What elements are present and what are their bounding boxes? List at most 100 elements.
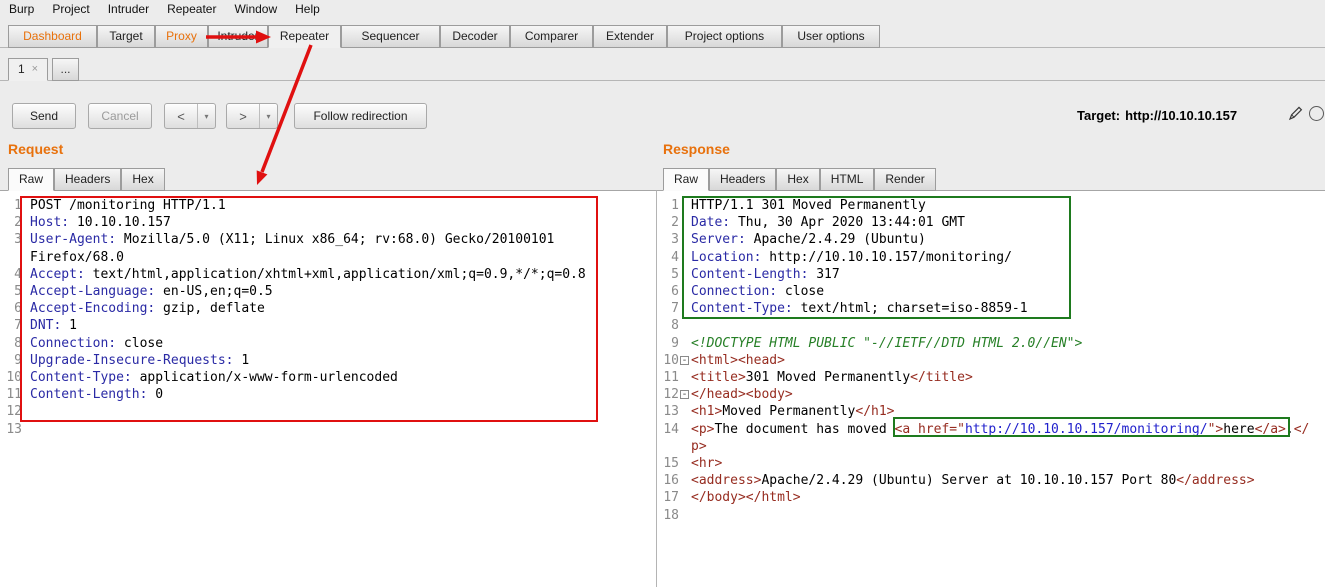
line-number: 10 xyxy=(663,352,679,369)
main-tab-repeater[interactable]: Repeater xyxy=(268,25,341,48)
code-line: 1 HTTP/1.1 301 Moved Permanently xyxy=(663,197,1325,214)
target-value: http://10.10.10.157 xyxy=(1125,108,1237,123)
line-number: 12 xyxy=(663,386,679,403)
line-number: 1 xyxy=(663,197,679,214)
code-text: Location: http://10.10.10.157/monitoring… xyxy=(691,249,1311,266)
session-tab-1[interactable]: 1 × xyxy=(8,58,48,81)
response-tab-hex[interactable]: Hex xyxy=(776,168,819,191)
menu-item-burp[interactable]: Burp xyxy=(0,0,43,19)
code-text xyxy=(691,317,1311,334)
session-tab-label: 1 xyxy=(18,59,25,80)
fold-gutter-spacer xyxy=(679,317,691,334)
request-tab-headers[interactable]: Headers xyxy=(54,168,121,191)
code-text: <hr> xyxy=(691,455,1311,472)
code-text: User-Agent: Mozilla/5.0 (X11; Linux x86_… xyxy=(30,231,640,265)
fold-gutter-spacer xyxy=(679,403,691,420)
code-text: POST /monitoring HTTP/1.1 xyxy=(30,197,640,214)
request-panel-title: Request xyxy=(8,141,63,157)
fold-gutter-spacer xyxy=(679,283,691,300)
code-text: Server: Apache/2.4.29 (Ubuntu) xyxy=(691,231,1311,248)
edit-target-pencil-icon[interactable] xyxy=(1288,105,1304,121)
code-line: 9 <!DOCTYPE HTML PUBLIC "-//IETF//DTD HTM… xyxy=(663,335,1325,352)
code-text: <html><head> xyxy=(691,352,1311,369)
menu-item-window[interactable]: Window xyxy=(225,0,286,19)
line-number: 1 xyxy=(6,197,22,214)
line-number: 15 xyxy=(663,455,679,472)
main-tab-target[interactable]: Target xyxy=(97,25,155,48)
response-tab-raw[interactable]: Raw xyxy=(663,168,709,191)
code-text: Accept: text/html,application/xhtml+xml,… xyxy=(30,266,640,283)
code-text: <!DOCTYPE HTML PUBLIC "-//IETF//DTD HTML… xyxy=(691,335,1311,352)
code-line: 2Host: 10.10.10.157 xyxy=(6,214,656,231)
menu-item-repeater[interactable]: Repeater xyxy=(158,0,225,19)
main-tab-intruder[interactable]: Intruder xyxy=(208,25,268,48)
code-line: 3User-Agent: Mozilla/5.0 (X11; Linux x86… xyxy=(6,231,656,265)
response-tab-html[interactable]: HTML xyxy=(820,168,875,191)
session-tabbar-border xyxy=(0,80,1325,81)
main-tab-extender[interactable]: Extender xyxy=(593,25,667,48)
code-text: </head><body> xyxy=(691,386,1311,403)
session-tab-more[interactable]: ... xyxy=(52,58,79,81)
code-text: Content-Length: 0 xyxy=(30,386,640,403)
menu-item-help[interactable]: Help xyxy=(286,0,329,19)
code-text: <title>301 Moved Permanently</title> xyxy=(691,369,1311,386)
code-line: 1 POST /monitoring HTTP/1.1 xyxy=(6,197,656,214)
code-text: Connection: close xyxy=(691,283,1311,300)
code-line: 5Accept-Language: en-US,en;q=0.5 xyxy=(6,283,656,300)
fold-gutter-spacer xyxy=(679,455,691,472)
code-line: 10Content-Type: application/x-www-form-u… xyxy=(6,369,656,386)
code-text: Host: 10.10.10.157 xyxy=(30,214,640,231)
response-tab-headers[interactable]: Headers xyxy=(709,168,776,191)
line-number: 11 xyxy=(6,386,22,403)
fold-gutter-spacer xyxy=(679,197,691,214)
main-tab-project-options[interactable]: Project options xyxy=(667,25,782,48)
fold-gutter-spacer xyxy=(679,489,691,506)
code-text: HTTP/1.1 301 Moved Permanently xyxy=(691,197,1311,214)
main-tab-proxy[interactable]: Proxy xyxy=(155,25,208,48)
response-editor[interactable]: 1HTTP/1.1 301 Moved Permanently2Date: Th… xyxy=(656,190,1325,587)
follow-redirection-button[interactable]: Follow redirection xyxy=(294,103,427,129)
close-tab-icon[interactable]: × xyxy=(32,64,38,75)
code-line: 12 xyxy=(6,403,656,420)
code-text: Content-Type: text/html; charset=iso-885… xyxy=(691,300,1311,317)
line-number: 9 xyxy=(663,335,679,352)
code-text: DNT: 1 xyxy=(30,317,640,334)
code-text xyxy=(30,421,640,438)
fold-toggle-icon[interactable]: - xyxy=(679,352,691,369)
line-number: 6 xyxy=(663,283,679,300)
line-number: 9 xyxy=(6,352,22,369)
chevron-down-icon[interactable]: ▾ xyxy=(197,104,215,128)
history-forward-button[interactable]: > ▾ xyxy=(226,103,278,129)
response-tab-render[interactable]: Render xyxy=(874,168,935,191)
main-tab-sequencer[interactable]: Sequencer xyxy=(341,25,440,48)
history-back-button[interactable]: < ▾ xyxy=(164,103,216,129)
code-line: 12-</head><body> xyxy=(663,386,1325,403)
code-line: 7 Content-Type: text/html; charset=iso-88… xyxy=(663,300,1325,317)
fold-gutter-spacer xyxy=(679,300,691,317)
code-line: 4Location: http://10.10.10.157/monitorin… xyxy=(663,249,1325,266)
line-number: 5 xyxy=(663,266,679,283)
request-tab-hex[interactable]: Hex xyxy=(121,168,164,191)
menu-item-project[interactable]: Project xyxy=(43,0,98,19)
request-editor[interactable]: 1 POST /monitoring HTTP/1.12Host: 10.10.1… xyxy=(0,190,656,587)
burp-suite-window: { "colors": { "accent_orange": "#e8710c"… xyxy=(0,0,1325,587)
help-icon[interactable] xyxy=(1309,106,1324,121)
main-tab-dashboard[interactable]: Dashboard xyxy=(8,25,97,48)
menu-item-intruder[interactable]: Intruder xyxy=(99,0,158,19)
line-number: 3 xyxy=(6,231,22,265)
cancel-button[interactable]: Cancel xyxy=(88,103,152,129)
code-line: 9Upgrade-Insecure-Requests: 1 xyxy=(6,352,656,369)
code-line: 11 Content-Length: 0 xyxy=(6,386,656,403)
main-tab-user-options[interactable]: User options xyxy=(782,25,880,48)
code-line: 15 <hr> xyxy=(663,455,1325,472)
main-tab-decoder[interactable]: Decoder xyxy=(440,25,510,48)
fold-toggle-icon[interactable]: - xyxy=(679,386,691,403)
send-button[interactable]: Send xyxy=(12,103,76,129)
main-tab-comparer[interactable]: Comparer xyxy=(510,25,593,48)
request-tab-raw[interactable]: Raw xyxy=(8,168,54,191)
line-number: 12 xyxy=(6,403,22,420)
request-view-tabs: RawHeadersHex xyxy=(8,168,165,191)
history-back-label: < xyxy=(165,109,197,124)
chevron-down-icon[interactable]: ▾ xyxy=(259,104,277,128)
line-number: 7 xyxy=(663,300,679,317)
